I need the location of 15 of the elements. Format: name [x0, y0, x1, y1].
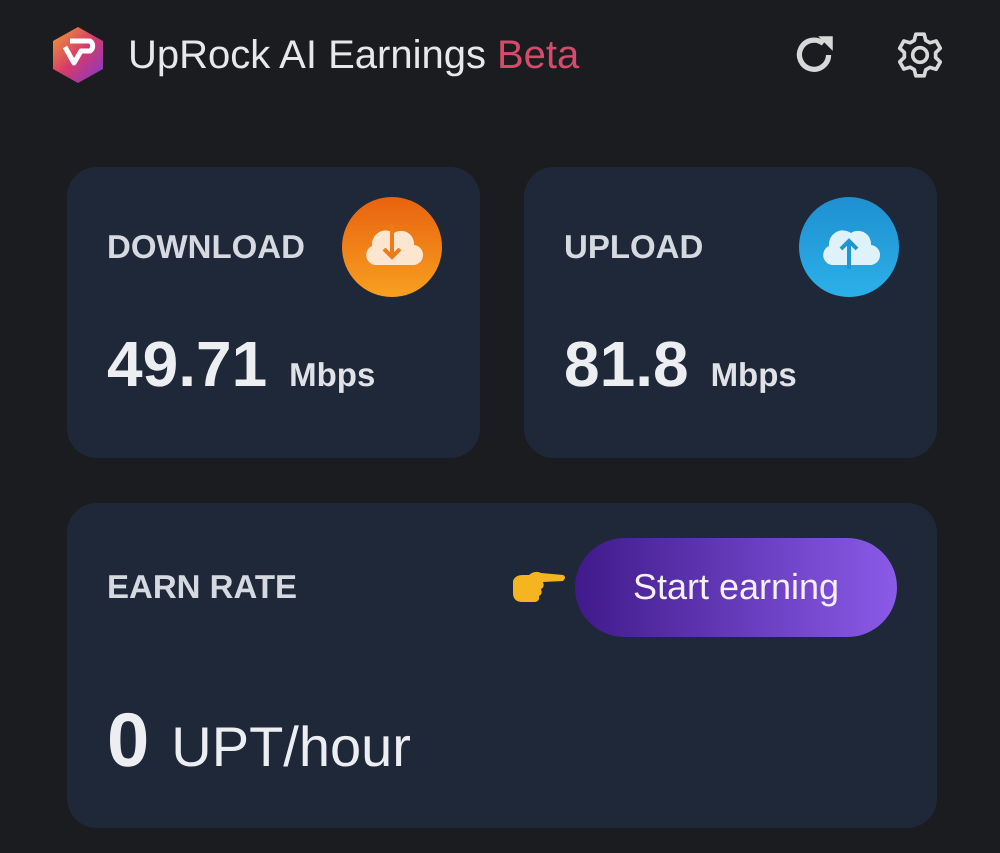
card-label: DOWNLOAD [107, 228, 305, 266]
settings-icon[interactable] [895, 30, 945, 80]
card-label: UPLOAD [564, 228, 704, 266]
app-title: UpRock AI Earnings [128, 32, 486, 78]
speed-value: 81.8 [564, 327, 689, 401]
download-cloud-icon [342, 197, 442, 297]
beta-label: Beta [496, 32, 580, 78]
speed-value: 49.71 [107, 327, 268, 401]
card-label: EARN RATE [107, 568, 298, 606]
speed-unit: Mbps [710, 356, 797, 394]
earn-rate-unit: UPT/hour [171, 714, 411, 779]
start-earning-button[interactable]: Start earning [575, 538, 897, 636]
speed-unit: Mbps [289, 356, 376, 394]
earn-rate-value: 0 [107, 697, 150, 784]
upload-cloud-icon [799, 197, 899, 297]
